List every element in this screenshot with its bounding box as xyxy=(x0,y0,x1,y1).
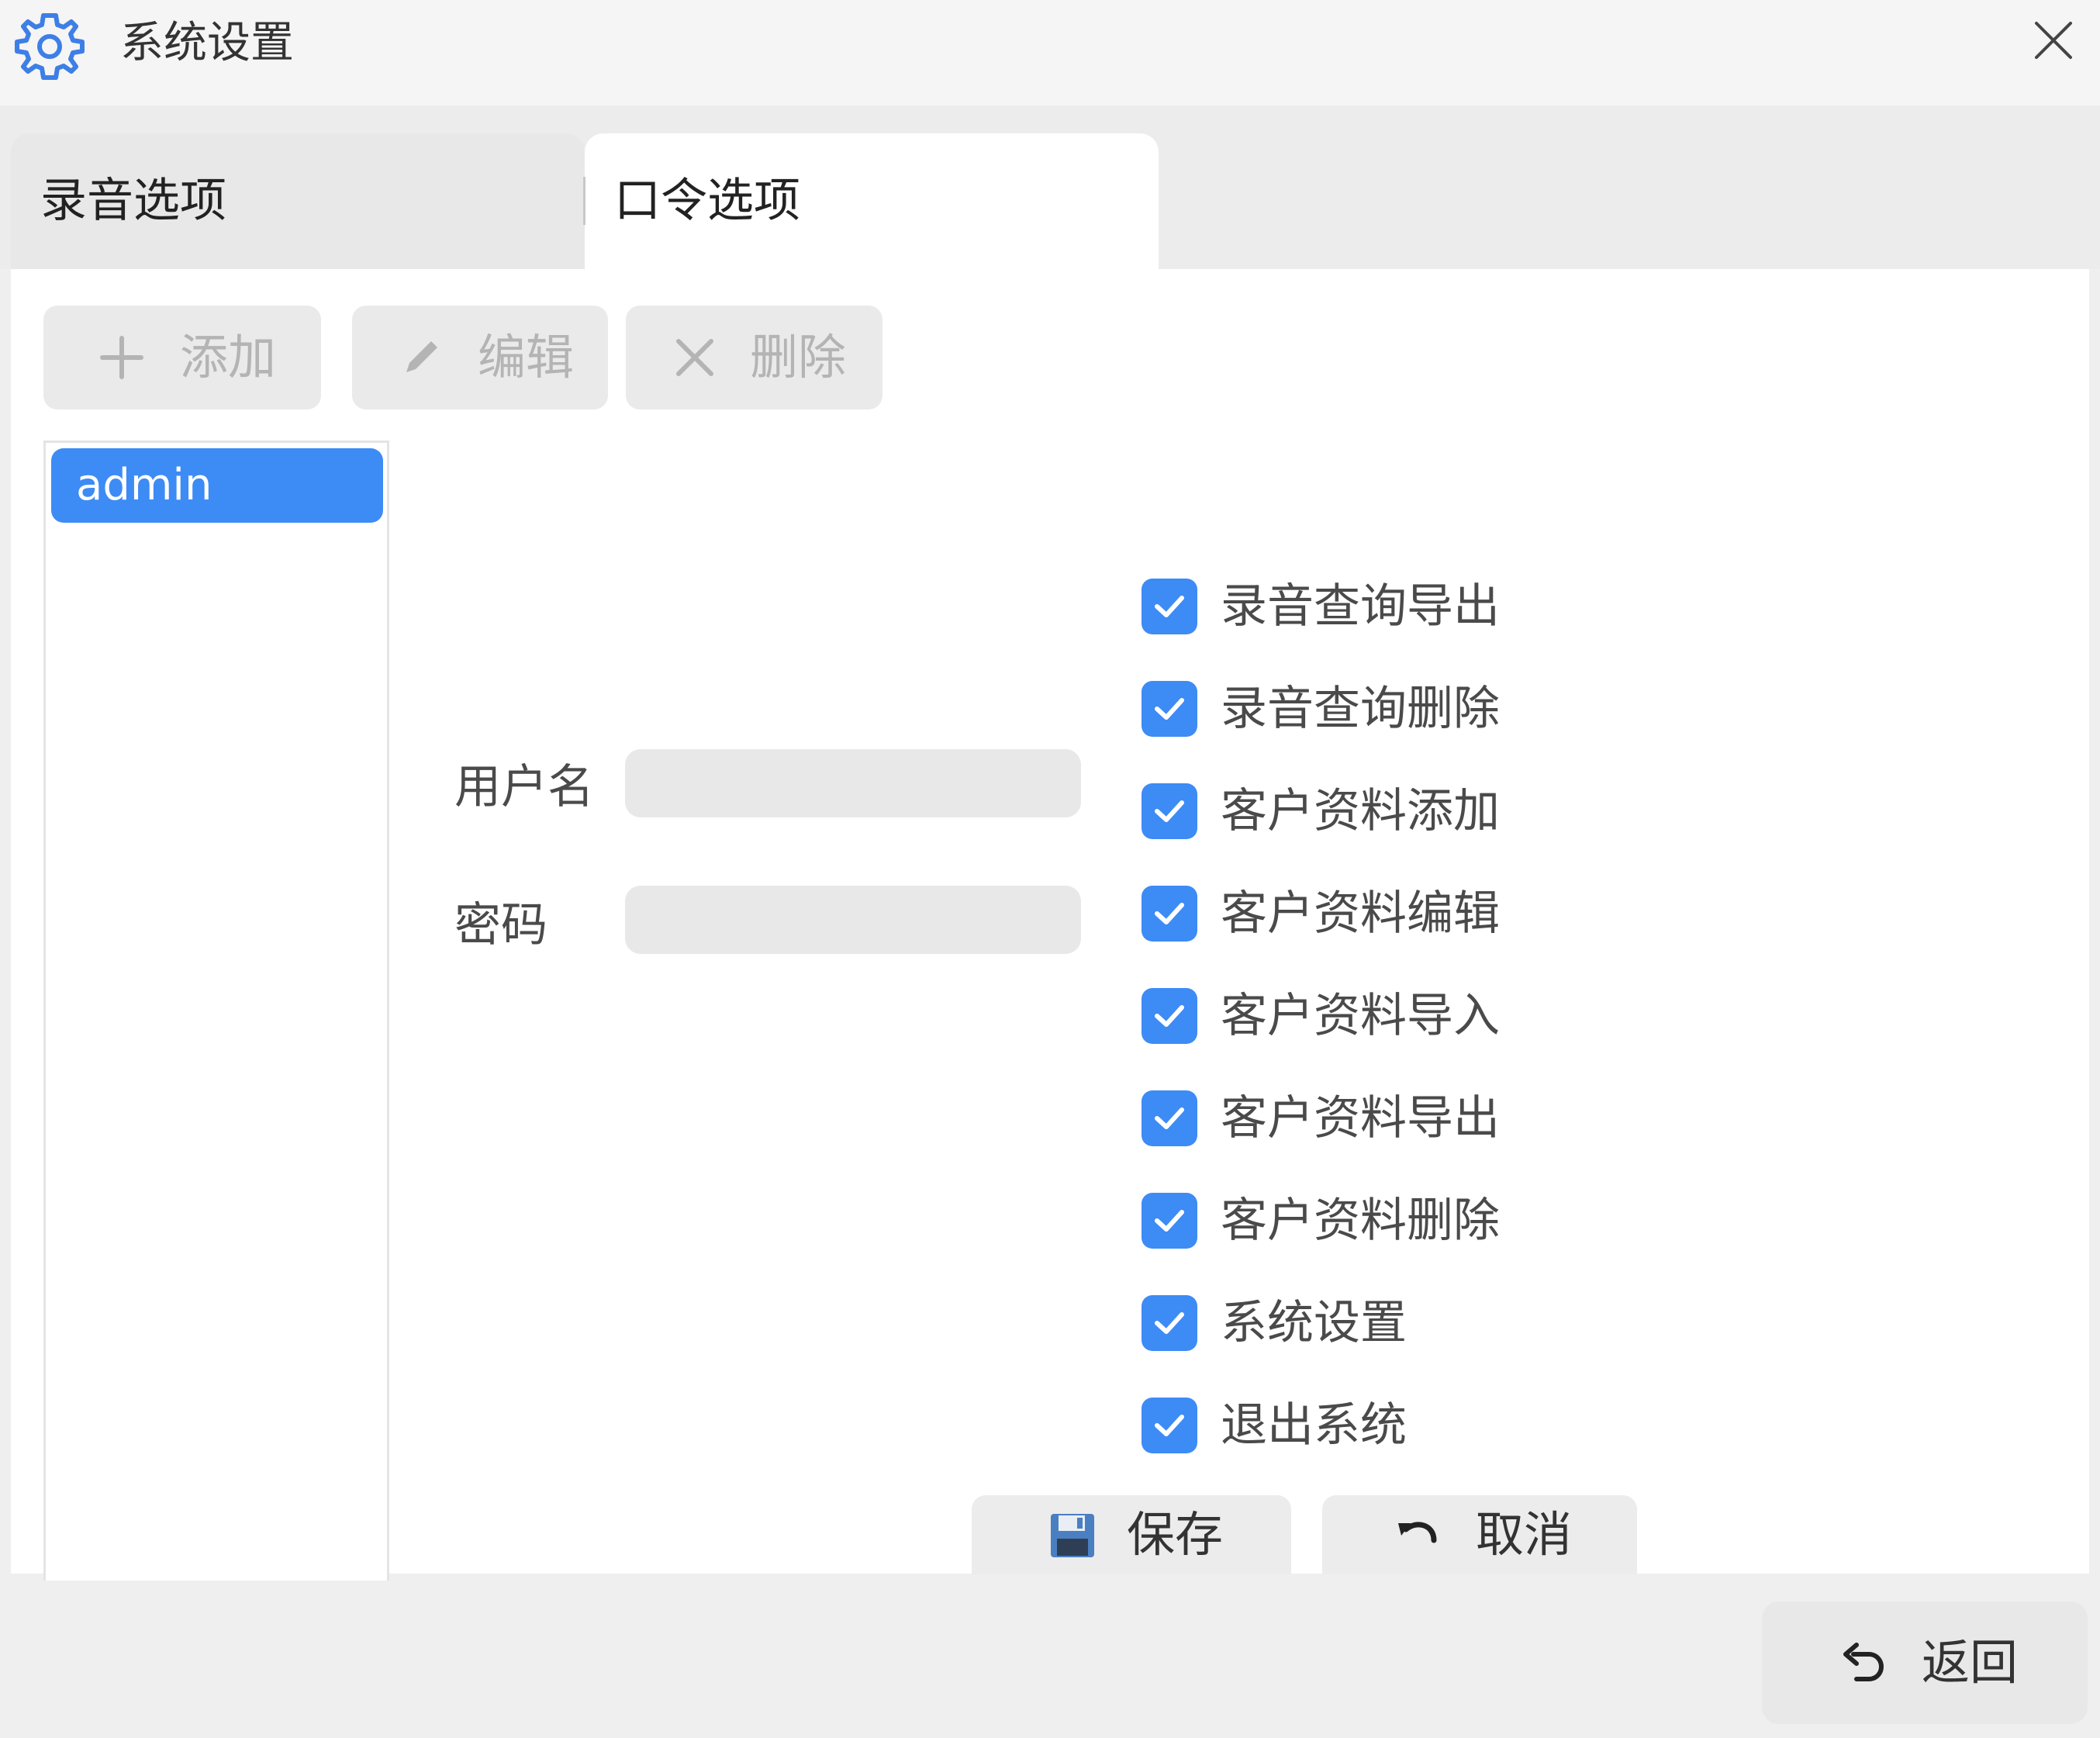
permission-label: 客户资料删除 xyxy=(1221,1194,1500,1248)
window-title: 系统设置 xyxy=(120,18,294,68)
permission-label: 客户资料导入 xyxy=(1221,989,1500,1043)
checkbox-checked-icon[interactable] xyxy=(1142,579,1197,634)
tab-password-options[interactable]: 口令选项 xyxy=(585,133,1159,269)
checkbox-checked-icon[interactable] xyxy=(1142,1398,1197,1453)
plus-icon xyxy=(100,336,143,379)
checkbox-checked-icon[interactable] xyxy=(1142,1295,1197,1351)
undo-icon xyxy=(1398,1522,1437,1543)
back-button[interactable]: 返回 xyxy=(1762,1602,2088,1724)
delete-button[interactable]: 删除 xyxy=(626,306,882,409)
pencil-icon xyxy=(406,341,437,372)
checkbox-checked-icon[interactable] xyxy=(1142,1193,1197,1249)
close-icon xyxy=(676,339,713,376)
permission-label: 录音查询删除 xyxy=(1221,682,1500,736)
permission-label: 系统设置 xyxy=(1221,1296,1407,1350)
permission-label: 录音查询导出 xyxy=(1221,579,1500,634)
checkbox-checked-icon[interactable] xyxy=(1142,681,1197,737)
checkbox-checked-icon[interactable] xyxy=(1142,988,1197,1044)
username-label: 用户名 xyxy=(454,760,594,814)
close-icon[interactable] xyxy=(2029,16,2078,65)
permission-label: 客户资料添加 xyxy=(1221,784,1500,838)
save-button-label: 保存 xyxy=(1127,1506,1224,1563)
gear-icon xyxy=(15,13,85,80)
cancel-button-label: 取消 xyxy=(1476,1506,1573,1563)
add-button[interactable]: 添加 xyxy=(43,306,321,409)
back-arrow-icon xyxy=(1843,1643,1884,1681)
checkbox-checked-icon[interactable] xyxy=(1142,1090,1197,1146)
permission-label: 客户资料导出 xyxy=(1221,1091,1500,1145)
password-label: 密码 xyxy=(454,898,547,952)
password-input[interactable] xyxy=(625,886,1081,954)
add-button-label: 添加 xyxy=(180,329,277,385)
title-bar xyxy=(0,0,2100,105)
tab-recording-options[interactable]: 录音选项 xyxy=(11,133,585,269)
user-list[interactable] xyxy=(43,441,389,1581)
username-input[interactable] xyxy=(625,749,1081,817)
floppy-disk-icon xyxy=(1051,1514,1094,1557)
list-item[interactable]: admin xyxy=(51,448,383,523)
edit-button-label: 编辑 xyxy=(478,329,575,385)
edit-button[interactable]: 编辑 xyxy=(352,306,608,409)
permission-label: 退出系统 xyxy=(1221,1398,1407,1453)
save-button[interactable]: 保存 xyxy=(972,1495,1291,1574)
tab-divider xyxy=(583,177,585,225)
permission-label: 客户资料编辑 xyxy=(1221,886,1500,941)
delete-button-label: 删除 xyxy=(750,329,847,385)
back-button-label: 返回 xyxy=(1922,1634,2019,1691)
cancel-button[interactable]: 取消 xyxy=(1322,1495,1637,1574)
checkbox-checked-icon[interactable] xyxy=(1142,886,1197,942)
checkbox-checked-icon[interactable] xyxy=(1142,783,1197,839)
